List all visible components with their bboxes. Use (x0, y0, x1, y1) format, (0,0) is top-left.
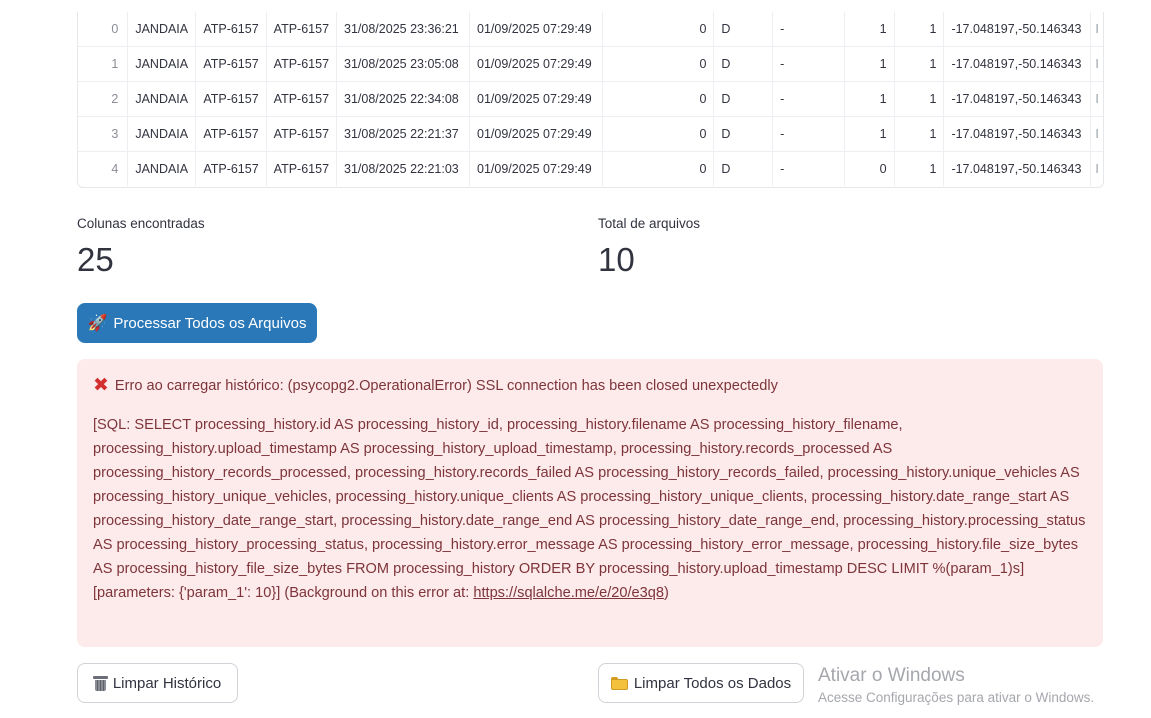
coordinates-cell: -17.048197,-50.146343 (943, 151, 1092, 186)
plate-cell: ATP-6157 (195, 46, 267, 82)
coordinates-cell: -17.048197,-50.146343 (943, 81, 1092, 117)
clear-all-data-label: Limpar Todos os Dados (633, 674, 792, 692)
truncated-cell: I (1090, 46, 1103, 82)
rocket-icon: 🚀 (87, 315, 108, 332)
truncated-cell: I (1090, 12, 1103, 47)
truncated-cell: I (1090, 116, 1103, 152)
plate-cell: ATP-6157 (266, 46, 338, 82)
process-all-files-label: Processar Todos os Arquivos (113, 314, 307, 332)
process-all-files-button[interactable]: 🚀 Processar Todos os Arquivos (77, 303, 317, 343)
type-cell: D (713, 46, 774, 82)
coordinates-cell: -17.048197,-50.146343 (943, 46, 1092, 82)
plate-cell: ATP-6157 (266, 116, 338, 152)
plate-cell: ATP-6157 (195, 151, 267, 186)
city-cell: JANDAIA (127, 46, 197, 82)
table-row: 2 JANDAIA ATP-6157 ATP-6157 31/08/2025 22:34… (78, 81, 1103, 117)
coordinates-cell: -17.048197,-50.146343 (943, 12, 1092, 47)
type-cell: D (713, 81, 774, 117)
count-cell: 1 (894, 151, 945, 186)
error-body-text: [SQL: SELECT processing_history.id AS pr… (93, 417, 1086, 601)
empty-cell: - (772, 12, 845, 47)
coordinates-cell: -17.048197,-50.146343 (943, 116, 1092, 152)
timestamp-cell: 01/09/2025 07:29:49 (469, 46, 603, 82)
city-cell: JANDAIA (127, 81, 197, 117)
type-cell: D (713, 151, 774, 186)
error-title: Erro ao carregar histórico: (psycopg2.Op… (114, 378, 778, 394)
timestamp-cell: 31/08/2025 23:36:21 (336, 12, 470, 47)
table-body: 0 JANDAIA ATP-6157 ATP-6157 31/08/2025 23:36… (78, 12, 1103, 186)
count-cell: 1 (844, 12, 895, 47)
error-alert: ✖ Erro ao carregar histórico: (psycopg2.… (77, 359, 1103, 647)
count-cell: 1 (844, 81, 895, 117)
value-cell: 0 (602, 116, 715, 152)
metric-columns: Colunas encontradas 25 (77, 214, 205, 280)
row-index-cell: 3 (78, 116, 129, 152)
error-docs-link[interactable]: https://sqlalche.me/e/20/e3q8 (473, 585, 664, 601)
count-cell: 1 (894, 46, 945, 82)
table-row: 4 JANDAIA ATP-6157 ATP-6157 31/08/2025 22:21… (78, 151, 1103, 186)
error-title-row: ✖ Erro ao carregar histórico: (psycopg2.… (93, 375, 1087, 397)
value-cell: 0 (602, 81, 715, 117)
table-row: 1 JANDAIA ATP-6157 ATP-6157 31/08/2025 23:05… (78, 46, 1103, 82)
watermark-subtitle: Acesse Configurações para ativar o Windo… (818, 690, 1095, 705)
row-index-cell: 4 (78, 151, 129, 186)
empty-cell: - (772, 116, 845, 152)
count-cell: 0 (844, 151, 895, 186)
row-index-cell: 1 (78, 46, 129, 82)
city-cell: JANDAIA (127, 151, 197, 186)
count-cell: 1 (894, 116, 945, 152)
value-cell: 0 (602, 151, 715, 186)
timestamp-cell: 01/09/2025 07:29:49 (469, 151, 603, 186)
city-cell: JANDAIA (127, 12, 197, 47)
timestamp-cell: 31/08/2025 23:05:08 (336, 46, 470, 82)
value-cell: 0 (602, 12, 715, 47)
metric-files-label: Total de arquivos (598, 216, 701, 231)
trash-icon (92, 675, 108, 691)
cross-mark-icon: ✖ (93, 375, 109, 396)
data-table-grid: 0 JANDAIA ATP-6157 ATP-6157 31/08/2025 23:36… (78, 12, 1103, 186)
value-cell: 0 (602, 46, 715, 82)
empty-cell: - (772, 81, 845, 117)
clear-all-data-button[interactable]: Limpar Todos os Dados (598, 663, 804, 703)
windows-activation-watermark: Ativar o Windows Acesse Configurações pa… (818, 664, 1094, 708)
truncated-cell: I (1095, 162, 1099, 176)
city-cell: JANDAIA (127, 116, 197, 152)
empty-cell: - (772, 46, 845, 82)
error-details: [SQL: SELECT processing_history.id AS pr… (93, 413, 1087, 605)
timestamp-cell: 31/08/2025 22:34:08 (336, 81, 470, 117)
type-cell: D (713, 116, 774, 152)
data-table: 0 JANDAIA ATP-6157 ATP-6157 31/08/2025 23:36… (77, 12, 1104, 188)
truncated-cell: I (1090, 81, 1103, 117)
plate-cell: ATP-6157 (195, 12, 267, 47)
metric-files: Total de arquivos 10 (598, 214, 700, 280)
plate-cell: ATP-6157 (195, 81, 267, 117)
metric-files-value: 10 (598, 241, 635, 278)
count-cell: 1 (894, 81, 945, 117)
metric-columns-value: 25 (77, 241, 114, 278)
clear-history-button[interactable]: Limpar Histórico (77, 663, 238, 703)
row-index-cell: 2 (78, 81, 129, 117)
count-cell: 1 (894, 12, 945, 47)
table-row: 0 JANDAIA ATP-6157 ATP-6157 31/08/2025 23:36… (78, 12, 1103, 47)
metric-columns-label: Colunas encontradas (77, 216, 205, 231)
timestamp-cell: 31/08/2025 22:21:37 (336, 116, 470, 152)
folder-icon (610, 676, 628, 690)
plate-cell: ATP-6157 (195, 116, 267, 152)
plate-cell: ATP-6157 (266, 12, 338, 47)
type-cell: D (713, 12, 774, 47)
count-cell: 1 (844, 46, 895, 82)
timestamp-cell: 31/08/2025 22:21:03 (336, 151, 470, 186)
empty-cell: - (772, 151, 845, 186)
watermark-title: Ativar o Windows (818, 665, 965, 686)
plate-cell: ATP-6157 (266, 151, 338, 186)
plate-cell: ATP-6157 (266, 81, 338, 117)
count-cell: 1 (844, 116, 895, 152)
timestamp-cell: 01/09/2025 07:29:49 (469, 116, 603, 152)
error-body-closing: ) (664, 585, 669, 601)
timestamp-cell: 01/09/2025 07:29:49 (469, 12, 603, 47)
timestamp-cell: 01/09/2025 07:29:49 (469, 81, 603, 117)
row-index-cell: 0 (78, 12, 129, 47)
clear-history-label: Limpar Histórico (112, 674, 222, 692)
table-row: 3 JANDAIA ATP-6157 ATP-6157 31/08/2025 22:21… (78, 116, 1103, 152)
